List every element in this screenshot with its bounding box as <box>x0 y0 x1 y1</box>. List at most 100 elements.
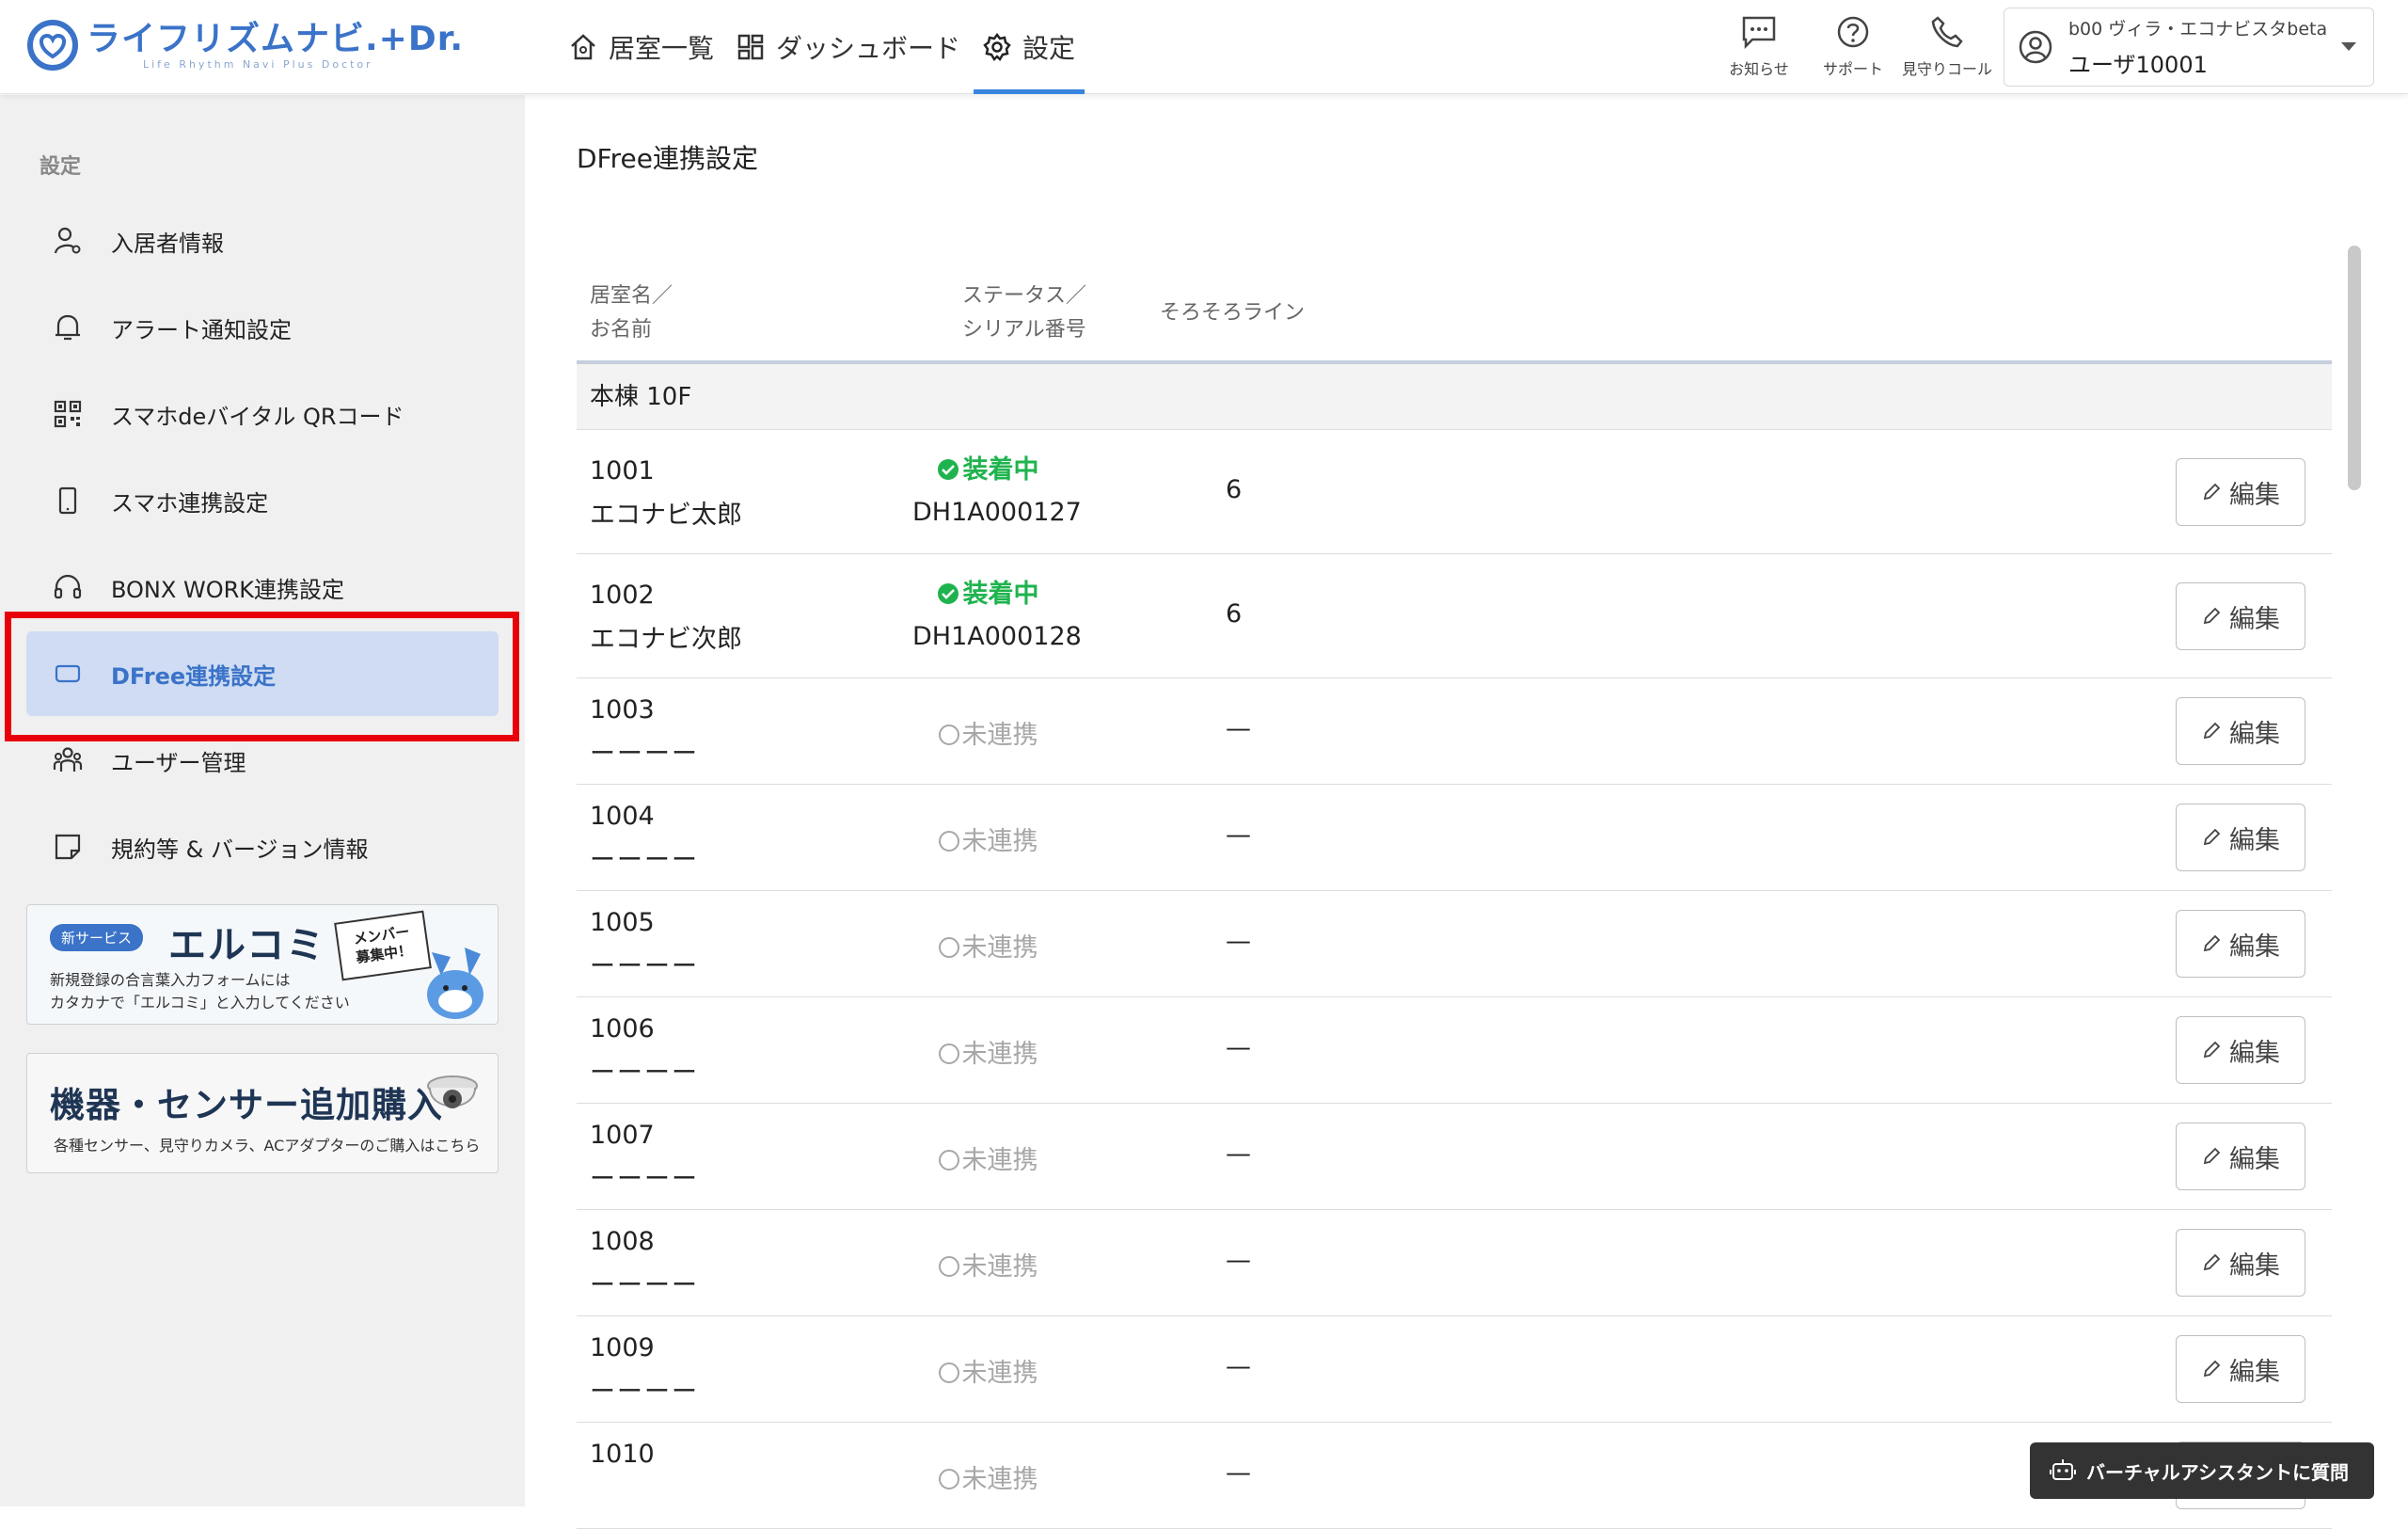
sidebar-item-qr[interactable]: スマホdeバイタル QRコード <box>26 372 499 456</box>
column-header-line: シリアル番号 <box>962 318 1086 342</box>
resident-name: ーーーー <box>590 952 699 981</box>
call-label: 見守りコール <box>1901 60 1992 78</box>
sidebar-item-alert[interactable]: アラート通知設定 <box>26 285 499 370</box>
note-icon <box>55 834 81 860</box>
nav-settings[interactable]: 設定 <box>974 0 1085 94</box>
edit-button[interactable]: 編集 <box>2176 804 2305 871</box>
support-button[interactable]: サポート <box>1806 0 1900 94</box>
pencil-icon <box>2203 607 2221 625</box>
soro-line-value: — <box>1226 1246 1251 1275</box>
logo-icon <box>27 20 78 71</box>
sidebar-item-label: ユーザー管理 <box>111 749 246 776</box>
call-button[interactable]: 見守りコール <box>1900 0 1994 94</box>
status-label: 未連携 <box>961 1465 1038 1494</box>
highlight-annotation-box <box>5 612 519 741</box>
resident-name: ーーーー <box>590 1059 699 1088</box>
resident-name: ーーーー <box>590 1271 699 1300</box>
status-label: 未連携 <box>961 827 1038 856</box>
edit-button[interactable]: 編集 <box>2176 910 2305 978</box>
purchase-subtitle: 各種センサー、見守りカメラ、ACアダプターのご購入はこちら <box>54 1137 481 1155</box>
account-selector[interactable]: b00 ヴィラ・エコナビスタbeta ユーザ10001 <box>2004 8 2374 87</box>
app-logo[interactable]: ライフリズムナビ.+Dr. Life Rhythm Navi Plus Doct… <box>24 17 464 73</box>
purchase-title: 機器・センサー追加購入 <box>50 1085 443 1125</box>
main-nav: 居室一覧 ダッシュボード 設定 <box>560 0 1088 94</box>
app-header: ライフリズムナビ.+Dr. Life Rhythm Navi Plus Doct… <box>0 0 2408 94</box>
sidebar-item-resident-info[interactable]: 入居者情報 <box>26 199 499 283</box>
room-number: 1003 <box>590 695 655 725</box>
virtual-assistant-button[interactable]: バーチャルアシスタントに質問 <box>2030 1442 2374 1499</box>
pencil-icon <box>2203 722 2221 740</box>
table-row: 1001 エコナビ太郎 装着中 DH1A000127 6 編集 <box>577 430 2332 554</box>
table-row: 1006 ーーーー 未連携 — 編集 <box>577 997 2332 1104</box>
table-row: 1005 ーーーー 未連携 — 編集 <box>577 891 2332 997</box>
room-number: 1006 <box>590 1014 655 1043</box>
serial-number: DH1A000127 <box>912 498 1082 527</box>
elcomi-banner[interactable]: 新サービス エルコミ 新規登録の合言葉入力フォームには カタカナで「エルコミ」と… <box>26 904 499 1025</box>
table-row: 1004 ーーーー 未連携 — 編集 <box>577 785 2332 891</box>
notice-button[interactable]: お知らせ <box>1712 0 1806 94</box>
soro-line-value: 6 <box>1226 599 1243 629</box>
sidebar-item-label: 規約等 & バージョン情報 <box>111 836 369 863</box>
status-unlinked: 未連携 <box>912 1352 1063 1389</box>
room-number: 1008 <box>590 1227 655 1256</box>
smartphone-icon <box>58 486 77 515</box>
edit-button[interactable]: 編集 <box>2176 1335 2305 1403</box>
elcomi-line1: 新規登録の合言葉入力フォームには <box>50 971 291 989</box>
column-header-line: 居室名／ <box>590 284 673 308</box>
resident-name: エコナビ次郎 <box>590 625 742 654</box>
soro-line-value: — <box>1226 820 1251 850</box>
assistant-label: バーチャルアシスタントに質問 <box>2086 1460 2349 1484</box>
check-circle-icon <box>937 583 958 604</box>
purchase-banner[interactable]: 機器・センサー追加購入 各種センサー、見守りカメラ、ACアダプターのご購入はこち… <box>26 1053 499 1173</box>
edit-button[interactable]: 編集 <box>2176 582 2305 650</box>
pencil-icon <box>2203 1041 2221 1059</box>
nav-room-list[interactable]: 居室一覧 <box>560 0 723 94</box>
resident-name: エコナビ太郎 <box>590 501 742 530</box>
edit-label: 編集 <box>2229 1038 2280 1068</box>
edit-button[interactable]: 編集 <box>2176 697 2305 765</box>
room-number: 1010 <box>590 1440 655 1469</box>
table-row: 1003 ーーーー 未連携 — 編集 <box>577 678 2332 785</box>
elcomi-title: エルコミ <box>168 924 326 967</box>
sidebar-section-title: 設定 <box>40 155 82 179</box>
sidebar-item-smartphone[interactable]: スマホ連携設定 <box>26 458 499 543</box>
empty-circle-icon <box>938 1362 959 1383</box>
phone-icon <box>1931 16 1963 48</box>
status-label: 未連携 <box>961 1146 1038 1175</box>
notice-label: お知らせ <box>1729 60 1789 78</box>
status-unlinked: 未連携 <box>912 1246 1063 1282</box>
page-title: DFree連携設定 <box>577 143 758 174</box>
help-icon <box>1837 16 1869 48</box>
sidebar-item-terms[interactable]: 規約等 & バージョン情報 <box>26 804 499 889</box>
pencil-icon <box>2203 828 2221 846</box>
message-icon <box>1742 16 1776 49</box>
status-label: 未連携 <box>961 1359 1038 1388</box>
soro-line-value: — <box>1226 714 1251 743</box>
pencil-icon <box>2203 934 2221 952</box>
room-number: 1007 <box>590 1121 655 1150</box>
status-label: 未連携 <box>961 721 1038 750</box>
user-circle-icon <box>2019 30 2052 64</box>
room-number: 1002 <box>590 581 655 610</box>
mascot-illustration-icon <box>427 948 483 1019</box>
pencil-icon <box>2203 1147 2221 1165</box>
nav-dashboard[interactable]: ダッシュボード <box>727 0 970 94</box>
edit-button[interactable]: 編集 <box>2176 458 2305 526</box>
status-label: 未連携 <box>961 933 1038 963</box>
header-icon-group: お知らせ サポート 見守りコール <box>1712 0 1994 94</box>
edit-label: 編集 <box>2229 719 2280 749</box>
empty-circle-icon <box>938 1469 959 1489</box>
sidebar-item-label: アラート通知設定 <box>111 316 292 343</box>
resident-name: ーーーー <box>590 740 699 769</box>
edit-button[interactable]: 編集 <box>2176 1016 2305 1084</box>
edit-button[interactable]: 編集 <box>2176 1229 2305 1297</box>
users-icon <box>53 747 83 772</box>
edit-button[interactable]: 編集 <box>2176 1123 2305 1190</box>
scrollbar[interactable] <box>2348 246 2361 490</box>
edit-label: 編集 <box>2229 1357 2280 1387</box>
status-unlinked: 未連携 <box>912 1139 1063 1176</box>
soro-line-value: — <box>1226 1458 1251 1488</box>
empty-circle-icon <box>938 1043 959 1064</box>
resident-name: ーーーー <box>590 846 699 875</box>
table-row: 1009 ーーーー 未連携 — 編集 <box>577 1316 2332 1423</box>
